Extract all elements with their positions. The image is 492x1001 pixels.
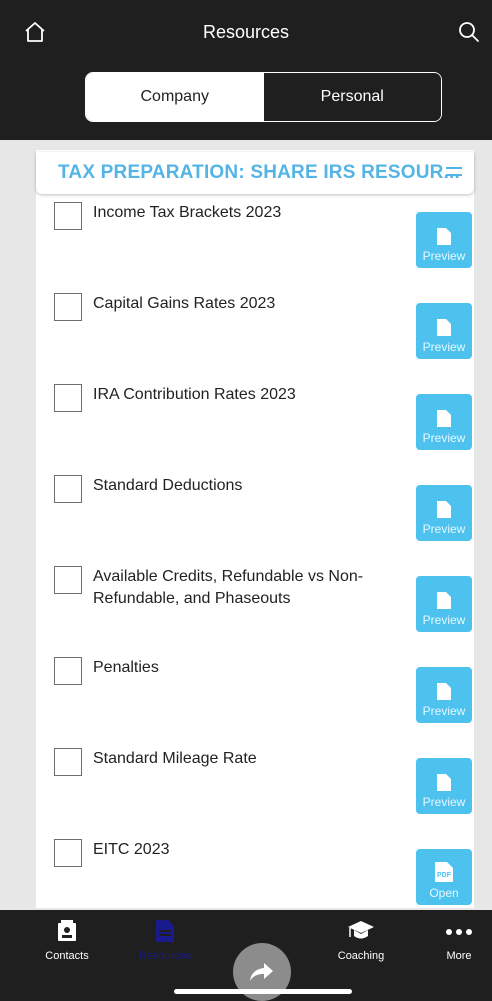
list-item: IRA Contribution Rates 2023 Preview xyxy=(36,384,474,474)
preview-label: Preview xyxy=(422,431,466,445)
resource-checkbox[interactable] xyxy=(54,293,82,321)
resource-label: Income Tax Brackets 2023 xyxy=(93,204,282,221)
section-header[interactable]: TAX PREPARATION: SHARE IRS RESOUR... xyxy=(36,152,474,194)
preview-label: Preview xyxy=(422,613,466,627)
resource-label: Capital Gains Rates 2023 xyxy=(93,295,276,312)
preview-button[interactable]: Preview xyxy=(416,303,472,359)
share-icon xyxy=(250,963,273,981)
document-icon xyxy=(437,683,451,700)
preview-button[interactable]: Preview xyxy=(416,758,472,814)
resource-checkbox[interactable] xyxy=(54,384,82,412)
preview-button[interactable]: Preview xyxy=(416,667,472,723)
list-item: EITC 2023 PDF Open xyxy=(36,839,474,905)
resource-label: IRA Contribution Rates 2023 xyxy=(93,386,296,403)
tab-personal[interactable]: Personal xyxy=(263,73,441,121)
resource-label: EITC 2023 xyxy=(93,841,170,858)
preview-button[interactable]: Preview xyxy=(416,212,472,268)
open-label: Open xyxy=(429,886,459,900)
list-item: Standard Mileage Rate Preview xyxy=(36,748,474,838)
pdf-icon: PDF xyxy=(435,862,453,882)
resource-label: Standard Mileage Rate xyxy=(93,750,257,767)
top-bar: Resources Company Personal xyxy=(0,0,492,140)
preview-label: Preview xyxy=(422,795,466,809)
preview-label: Preview xyxy=(422,340,466,354)
nav-label: Contacts xyxy=(45,950,89,962)
list-item: Capital Gains Rates 2023 Preview xyxy=(36,293,474,383)
list-item: Penalties Preview xyxy=(36,657,474,747)
document-icon xyxy=(437,774,451,791)
search-icon[interactable] xyxy=(457,20,481,44)
document-icon xyxy=(437,228,451,245)
menu-icon[interactable] xyxy=(444,166,464,178)
page-title: Resources xyxy=(202,22,290,42)
nav-coaching[interactable]: Coaching xyxy=(321,920,401,962)
preview-label: Preview xyxy=(422,704,466,718)
contacts-icon xyxy=(58,920,76,941)
resource-label: Penalties xyxy=(93,659,159,676)
document-icon xyxy=(437,319,451,336)
preview-button[interactable]: Preview xyxy=(416,394,472,450)
nav-resources[interactable]: Resources xyxy=(125,920,205,962)
nav-label: More xyxy=(446,950,472,962)
preview-label: Preview xyxy=(422,522,466,536)
resource-checkbox[interactable] xyxy=(54,475,82,503)
app-root: Resources Company Personal TAX PREPARATI… xyxy=(0,0,492,1001)
list-item: Income Tax Brackets 2023 Preview xyxy=(36,202,474,292)
nav-label: Resources xyxy=(138,950,192,962)
list-item: Available Credits, Refundable vs Non-Ref… xyxy=(36,566,474,656)
graduation-cap-icon xyxy=(348,921,374,939)
list-item: Standard Deductions Preview xyxy=(36,475,474,565)
preview-label: Preview xyxy=(422,249,466,263)
home-indicator xyxy=(174,989,352,994)
resource-label: Standard Deductions xyxy=(93,477,243,494)
resource-checkbox[interactable] xyxy=(54,748,82,776)
tab-company[interactable]: Company xyxy=(86,73,264,121)
nav-label: Coaching xyxy=(337,950,385,962)
company-personal-segmented-control: Company Personal xyxy=(85,72,442,122)
resource-label: Available Credits, Refundable vs Non-Ref… xyxy=(93,568,364,607)
resource-checkbox[interactable] xyxy=(54,566,82,594)
resource-checkbox[interactable] xyxy=(54,839,82,867)
more-icon xyxy=(446,929,472,935)
resource-checkbox[interactable] xyxy=(54,657,82,685)
preview-button[interactable]: Preview xyxy=(416,576,472,632)
document-icon xyxy=(437,592,451,609)
nav-contacts[interactable]: Contacts xyxy=(27,920,107,962)
svg-text:PDF: PDF xyxy=(437,872,452,879)
document-icon xyxy=(156,920,174,942)
resource-checkbox[interactable] xyxy=(54,202,82,230)
section-title: TAX PREPARATION: SHARE IRS RESOUR... xyxy=(58,162,461,183)
document-icon xyxy=(437,410,451,427)
open-button[interactable]: PDF Open xyxy=(416,849,472,905)
document-icon xyxy=(437,501,451,518)
nav-more[interactable]: More xyxy=(419,920,492,962)
preview-button[interactable]: Preview xyxy=(416,485,472,541)
